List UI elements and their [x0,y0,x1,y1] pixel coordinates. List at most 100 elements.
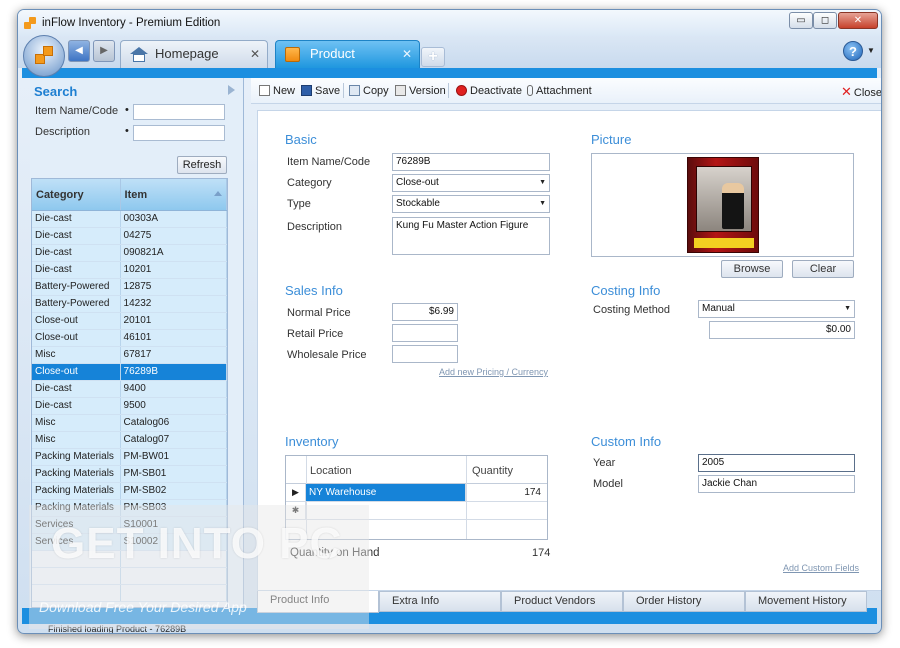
app-menu-button[interactable] [23,35,65,77]
wholesale-price-field[interactable] [392,345,458,363]
product-image-window [696,166,752,232]
category-select-value: Close-out [396,177,439,188]
browse-button[interactable]: Browse [721,260,783,278]
search-description-option-icon[interactable]: • [125,125,129,137]
cost-field[interactable]: $0.00 [709,321,855,339]
item-cell: 76289B [121,364,227,380]
table-row[interactable]: Misc 67817 [32,347,227,364]
table-row[interactable]: Battery-Powered 14232 [32,296,227,313]
table-row[interactable]: Packing Materials PM-SB02 [32,483,227,500]
item-cell: Catalog06 [121,415,227,431]
category-label: Category [287,177,332,189]
attachment-button[interactable]: Attachment [527,85,592,97]
search-item-option-icon[interactable]: • [125,104,129,116]
minimize-button[interactable]: ▭ [789,12,813,29]
item-cell: PM-SB02 [121,483,227,499]
clear-button[interactable]: Clear [792,260,854,278]
save-button-label: Save [315,85,341,97]
tab-product[interactable]: Product ✕ [275,40,420,68]
help-dropdown-icon[interactable]: ▼ [867,46,875,55]
item-cell: 20101 [121,313,227,329]
table-row[interactable]: Die-cast 00303A [32,211,227,228]
search-item-label: Item Name/Code [35,105,119,117]
table-row[interactable]: Die-cast 9400 [32,381,227,398]
table-row[interactable]: Die-cast 10201 [32,262,227,279]
table-row[interactable]: Misc Catalog07 [32,432,227,449]
inflow-logo-icon [24,17,37,30]
category-cell: Die-cast [32,211,121,227]
item-cell: 67817 [121,347,227,363]
item-cell: 46101 [121,330,227,346]
tab-order-history[interactable]: Order History [623,591,745,612]
close-tab-homepage-icon[interactable]: ✕ [250,41,260,67]
section-inventory-title: Inventory [285,434,339,449]
item-code-field[interactable]: 76289B [392,153,550,171]
deactivate-button[interactable]: Deactivate [456,85,522,97]
item-cell: Catalog07 [121,432,227,448]
product-image [687,157,759,253]
type-select[interactable]: Stockable ▼ [392,195,550,213]
forward-button[interactable]: ▶ [93,40,115,62]
search-item-input[interactable] [133,104,225,120]
collapse-panel-icon[interactable] [228,85,235,95]
close-product-button[interactable]: ✕ Close [841,84,881,100]
add-custom-fields-link[interactable]: Add Custom Fields [783,563,859,573]
help-icon[interactable]: ? [843,41,863,61]
category-select[interactable]: Close-out ▼ [392,174,550,192]
category-cell: Battery-Powered [32,279,121,295]
product-toolbar: New Save Copy Version Deactivate Attachm… [251,78,881,104]
inventory-location-cell[interactable]: NY Warehouse [306,484,466,501]
item-code-label: Item Name/Code [287,156,371,168]
back-button[interactable]: ◀ [68,40,90,62]
category-cell: Misc [32,432,121,448]
search-results-header: Category Item [32,179,227,211]
save-button[interactable]: Save [301,85,340,97]
close-tab-product-icon[interactable]: ✕ [402,41,412,67]
column-header-item[interactable]: Item [121,179,227,210]
table-row[interactable]: Misc Catalog06 [32,415,227,432]
tab-extra-info[interactable]: Extra Info [379,591,501,612]
table-row[interactable]: Close-out 76289B [32,364,227,381]
close-window-button[interactable]: ✕ [838,12,878,29]
category-cell: Die-cast [32,228,121,244]
inventory-quantity-cell[interactable]: 174 [467,484,547,501]
add-pricing-link[interactable]: Add new Pricing / Currency [439,367,548,377]
description-field[interactable]: Kung Fu Master Action Figure [392,217,550,255]
table-row[interactable]: Battery-Powered 12875 [32,279,227,296]
model-field[interactable]: Jackie Chan [698,475,855,493]
table-row[interactable]: Die-cast 9500 [32,398,227,415]
tab-homepage[interactable]: Homepage ✕ [120,40,268,68]
retail-price-field[interactable] [392,324,458,342]
watermark-subtitle: Download Free Your Desired App [39,599,247,615]
new-document-icon [259,85,270,96]
normal-price-field[interactable]: $6.99 [392,303,458,321]
year-field[interactable]: 2005 [698,454,855,472]
toolbar-divider [343,83,344,98]
column-header-quantity[interactable]: Quantity [472,465,513,477]
table-row[interactable]: Packing Materials PM-BW01 [32,449,227,466]
search-description-input[interactable] [133,125,225,141]
copy-button[interactable]: Copy [349,85,389,97]
chevron-down-icon: ▼ [539,200,546,207]
table-row[interactable]: Die-cast 090821A [32,245,227,262]
costing-method-select[interactable]: Manual ▼ [698,300,855,318]
tab-product-vendors[interactable]: Product Vendors [501,591,623,612]
table-row[interactable]: Die-cast 04275 [32,228,227,245]
new-tab-button[interactable]: + [421,47,445,67]
year-label: Year [593,457,616,469]
refresh-button[interactable]: Refresh [177,156,227,174]
column-header-location[interactable]: Location [310,465,352,477]
version-button[interactable]: Version [395,85,446,97]
table-row[interactable]: Packing Materials PM-SB01 [32,466,227,483]
inventory-row[interactable]: ▶ NY Warehouse 174 [286,484,547,502]
tab-product-label: Product [310,46,355,61]
new-button[interactable]: New [259,85,295,97]
home-icon [130,47,148,62]
maximize-button[interactable]: ◻ [813,12,837,29]
column-header-category[interactable]: Category [32,179,121,210]
table-row[interactable]: Close-out 20101 [32,313,227,330]
table-row[interactable]: Close-out 46101 [32,330,227,347]
tab-homepage-label: Homepage [155,46,219,61]
tab-movement-history[interactable]: Movement History [745,591,867,612]
category-cell: Close-out [32,313,121,329]
